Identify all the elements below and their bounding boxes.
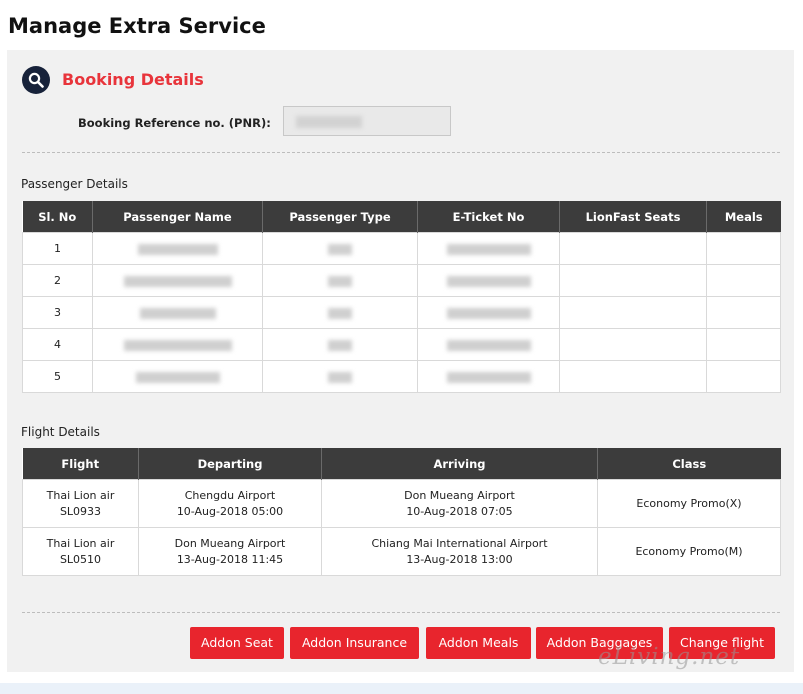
sl-no-cell: 4 <box>22 328 93 361</box>
table-row: 1 <box>22 232 781 265</box>
column-header: E-Ticket No <box>417 201 560 233</box>
departure-airport: Chengdu Airport <box>184 488 276 502</box>
arrival-time: 13-Aug-2018 13:00 <box>406 552 513 566</box>
table-row: Thai Lion air SL0933 Chengdu Airport 10-… <box>22 479 781 528</box>
addon-meals-button[interactable]: Addon Meals <box>426 627 531 659</box>
meals-cell <box>706 328 781 361</box>
departure-airport: Don Mueang Airport <box>174 536 286 550</box>
sl-no-cell: 5 <box>22 360 93 393</box>
column-header: Arriving <box>321 448 598 480</box>
arrival-time: 10-Aug-2018 07:05 <box>406 504 513 518</box>
pnr-redacted <box>296 116 362 128</box>
column-header: LionFast Seats <box>559 201 707 233</box>
eticket-cell <box>417 296 560 329</box>
column-header: Meals <box>706 201 781 233</box>
pnr-field[interactable] <box>283 106 451 136</box>
eticket-cell <box>417 360 560 393</box>
booking-details-title: Booking Details <box>62 70 204 89</box>
table-row: Thai Lion air SL0510 Don Mueang Airport … <box>22 527 781 576</box>
eticket-cell <box>417 328 560 361</box>
meals-cell <box>706 232 781 265</box>
departure-time: 13-Aug-2018 11:45 <box>176 552 284 566</box>
flight-table: Flight Departing Arriving Class Thai Lio… <box>22 448 781 576</box>
column-header: Passenger Type <box>262 201 418 233</box>
section-divider <box>22 152 780 153</box>
eticket-cell <box>417 264 560 297</box>
airline-name: Thai Lion air <box>46 488 115 502</box>
passenger-name-cell <box>92 328 263 361</box>
departing-cell: Don Mueang Airport 13-Aug-2018 11:45 <box>138 527 322 576</box>
column-header: Sl. No <box>22 201 93 233</box>
flight-number: SL0510 <box>59 552 102 566</box>
departing-cell: Chengdu Airport 10-Aug-2018 05:00 <box>138 479 322 528</box>
manage-service-panel: Booking Details Booking Reference no. (P… <box>7 50 794 672</box>
column-header: Departing <box>138 448 322 480</box>
table-row: 4 <box>22 328 781 361</box>
passenger-name-cell <box>92 232 263 265</box>
passenger-type-cell <box>262 296 418 329</box>
lionfast-seats-cell <box>559 264 707 297</box>
passenger-type-cell <box>262 328 418 361</box>
passenger-name-cell <box>92 296 263 329</box>
lionfast-seats-cell <box>559 296 707 329</box>
bottom-strip <box>0 683 803 694</box>
flight-cell: Thai Lion air SL0933 <box>22 479 139 528</box>
flight-number: SL0933 <box>59 504 102 518</box>
arrival-airport: Chiang Mai International Airport <box>371 536 548 550</box>
flight-cell: Thai Lion air SL0510 <box>22 527 139 576</box>
table-row: 3 <box>22 296 781 329</box>
flight-table-header: Flight Departing Arriving Class <box>22 448 781 480</box>
departure-time: 10-Aug-2018 05:00 <box>176 504 284 518</box>
passenger-name-cell <box>92 264 263 297</box>
pnr-label: Booking Reference no. (PNR): <box>78 116 271 130</box>
addon-seat-button[interactable]: Addon Seat <box>190 627 284 659</box>
passenger-name-cell <box>92 360 263 393</box>
passenger-type-cell <box>262 360 418 393</box>
column-header: Class <box>597 448 781 480</box>
section-divider <box>22 612 780 613</box>
addon-insurance-button[interactable]: Addon Insurance <box>290 627 419 659</box>
passenger-type-cell <box>262 264 418 297</box>
meals-cell <box>706 264 781 297</box>
column-header: Flight <box>22 448 139 480</box>
lionfast-seats-cell <box>559 360 707 393</box>
meals-cell <box>706 296 781 329</box>
airline-name: Thai Lion air <box>46 536 115 550</box>
class-cell: Economy Promo(X) <box>597 479 781 528</box>
lionfast-seats-cell <box>559 232 707 265</box>
page-title: Manage Extra Service <box>8 14 266 38</box>
passenger-details-label: Passenger Details <box>21 177 128 191</box>
passenger-table-header: Sl. No Passenger Name Passenger Type E-T… <box>22 201 781 233</box>
passenger-type-cell <box>262 232 418 265</box>
sl-no-cell: 3 <box>22 296 93 329</box>
eticket-cell <box>417 232 560 265</box>
arriving-cell: Don Mueang Airport 10-Aug-2018 07:05 <box>321 479 598 528</box>
search-icon <box>22 66 50 94</box>
sl-no-cell: 1 <box>22 232 93 265</box>
arriving-cell: Chiang Mai International Airport 13-Aug-… <box>321 527 598 576</box>
arrival-airport: Don Mueang Airport <box>404 488 515 502</box>
class-cell: Economy Promo(M) <box>597 527 781 576</box>
watermark: eLiving.net <box>598 644 741 670</box>
table-row: 2 <box>22 264 781 297</box>
column-header: Passenger Name <box>92 201 263 233</box>
passenger-table: Sl. No Passenger Name Passenger Type E-T… <box>22 201 781 393</box>
lionfast-seats-cell <box>559 328 707 361</box>
table-row: 5 <box>22 360 781 393</box>
sl-no-cell: 2 <box>22 264 93 297</box>
meals-cell <box>706 360 781 393</box>
flight-details-label: Flight Details <box>21 425 100 439</box>
